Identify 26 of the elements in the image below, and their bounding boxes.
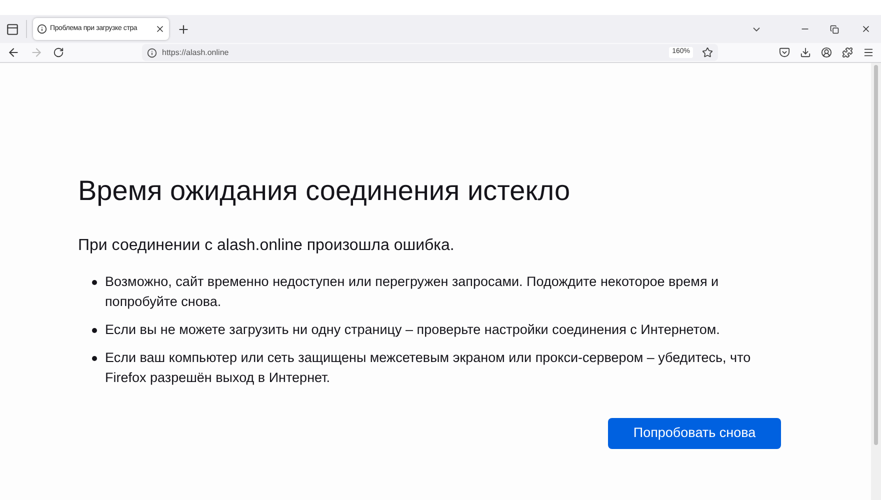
new-tab-icon[interactable] xyxy=(177,22,190,36)
download-icon[interactable] xyxy=(800,47,811,58)
info-icon xyxy=(37,24,47,34)
url-text: https://alash.online xyxy=(162,46,229,58)
bullet-icon xyxy=(92,328,97,333)
close-tab-icon[interactable] xyxy=(155,24,165,34)
account-icon[interactable] xyxy=(821,47,832,58)
info-icon[interactable] xyxy=(147,48,157,58)
pocket-icon[interactable] xyxy=(779,47,790,58)
try-again-button[interactable]: Попробовать снова xyxy=(608,418,781,449)
restore-icon[interactable] xyxy=(830,24,839,34)
reload-icon[interactable] xyxy=(53,47,64,58)
suggestion-text: Если вы не можете загрузить ни одну страницу – проверьте настройки соединения с Интернетом. xyxy=(105,321,720,339)
tab-list-icon[interactable] xyxy=(6,22,19,36)
star-icon[interactable] xyxy=(702,47,713,58)
back-icon[interactable] xyxy=(7,46,20,59)
bullet-icon xyxy=(92,280,97,285)
error-intro: При соединении с alash.online произошла ошибка. xyxy=(78,236,456,256)
suggestion-text: Если ваш компьютер или сеть защищены межсетевым экраном или прокси-сервером – убедитесь, что Firefox разрешён выход в Интернет. xyxy=(105,349,752,387)
menu-icon[interactable] xyxy=(863,47,874,58)
extensions-icon[interactable] xyxy=(842,47,853,58)
suggestion-text: Возможно, сайт временно недоступен или перегружен запросами. Подождите некоторое время и попробуйте снова. xyxy=(105,273,720,311)
bullet-icon xyxy=(92,356,97,361)
scrollbar-thumb[interactable] xyxy=(874,65,878,445)
close-icon[interactable] xyxy=(861,24,871,34)
error-title: Время ожидания соединения истекло xyxy=(78,174,572,208)
